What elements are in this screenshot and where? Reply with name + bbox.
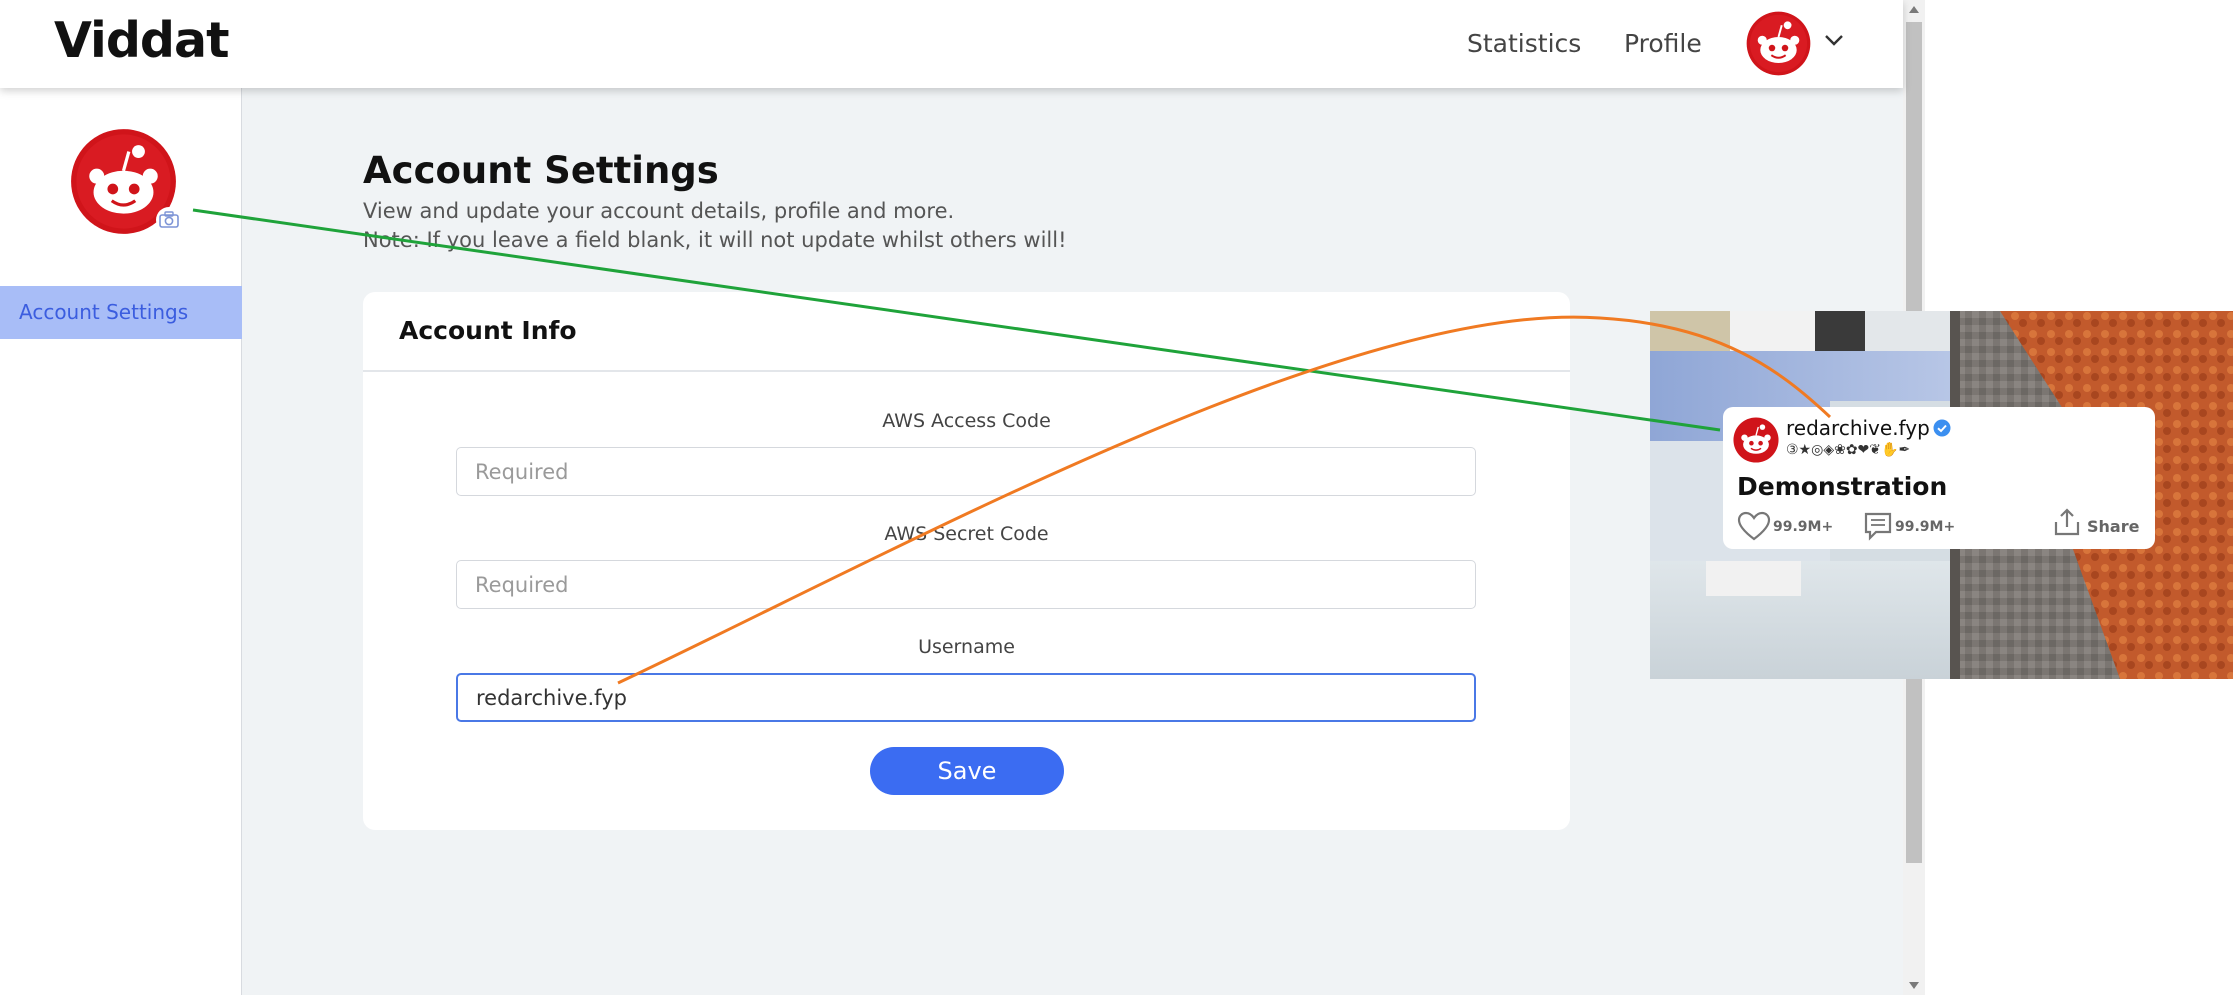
page-subtitle: View and update your account details, pr… [363,199,955,223]
share-label[interactable]: Share [2087,517,2139,536]
page-note: Note: If you leave a field blank, it wil… [363,228,1067,252]
aws-access-code-label: AWS Access Code [882,410,1051,432]
like-count: 99.9M+ [1773,519,1834,535]
user-avatar-icon[interactable] [1746,11,1811,76]
creator-username[interactable]: redarchive.fyp [1786,416,1930,440]
screenshot-stage: Viddat Statistics Profile Account Settin… [0,0,2237,995]
creator-avatar-icon[interactable] [1733,417,1779,463]
web-app: Viddat Statistics Profile Account Settin… [0,0,1903,995]
nav-link-profile[interactable]: Profile [1624,29,1702,58]
video-title: Demonstration [1737,472,1948,501]
comment-icon[interactable] [1863,511,1893,541]
nav-link-statistics[interactable]: Statistics [1467,29,1581,58]
video-overlay-card: redarchive.fyp ③★◎◈❀✿❤❦✋✒ Demonstration … [1723,407,2155,549]
page-title: Account Settings [363,149,719,192]
scroll-down-arrow-icon[interactable] [1909,982,1919,989]
card-divider [363,370,1570,372]
heart-icon[interactable] [1737,511,1771,541]
scroll-up-arrow-icon[interactable] [1909,6,1919,13]
sidebar: Account Settings [0,88,242,995]
username-label: Username [918,636,1015,658]
account-info-card: Account Info AWS Access Code AWS Secret … [363,292,1570,830]
aws-secret-code-label: AWS Secret Code [884,523,1049,545]
aws-access-code-input[interactable] [456,447,1476,496]
brand-logo[interactable]: Viddat [54,12,229,69]
chevron-down-icon[interactable] [1824,33,1844,47]
top-navbar: Viddat Statistics Profile [0,0,1903,88]
verified-check-icon [1933,419,1951,437]
share-icon[interactable] [2053,507,2081,537]
camera-icon[interactable] [155,206,183,234]
save-button[interactable]: Save [870,747,1064,795]
video-preview: redarchive.fyp ③★◎◈❀✿❤❦✋✒ Demonstration … [1650,311,2233,679]
aws-secret-code-input[interactable] [456,560,1476,609]
creator-badges: ③★◎◈❀✿❤❦✋✒ [1786,442,1911,458]
sidebar-item-account-settings[interactable]: Account Settings [0,286,242,339]
comment-count: 99.9M+ [1895,519,1956,535]
card-title: Account Info [399,316,577,345]
username-input[interactable] [456,673,1476,722]
